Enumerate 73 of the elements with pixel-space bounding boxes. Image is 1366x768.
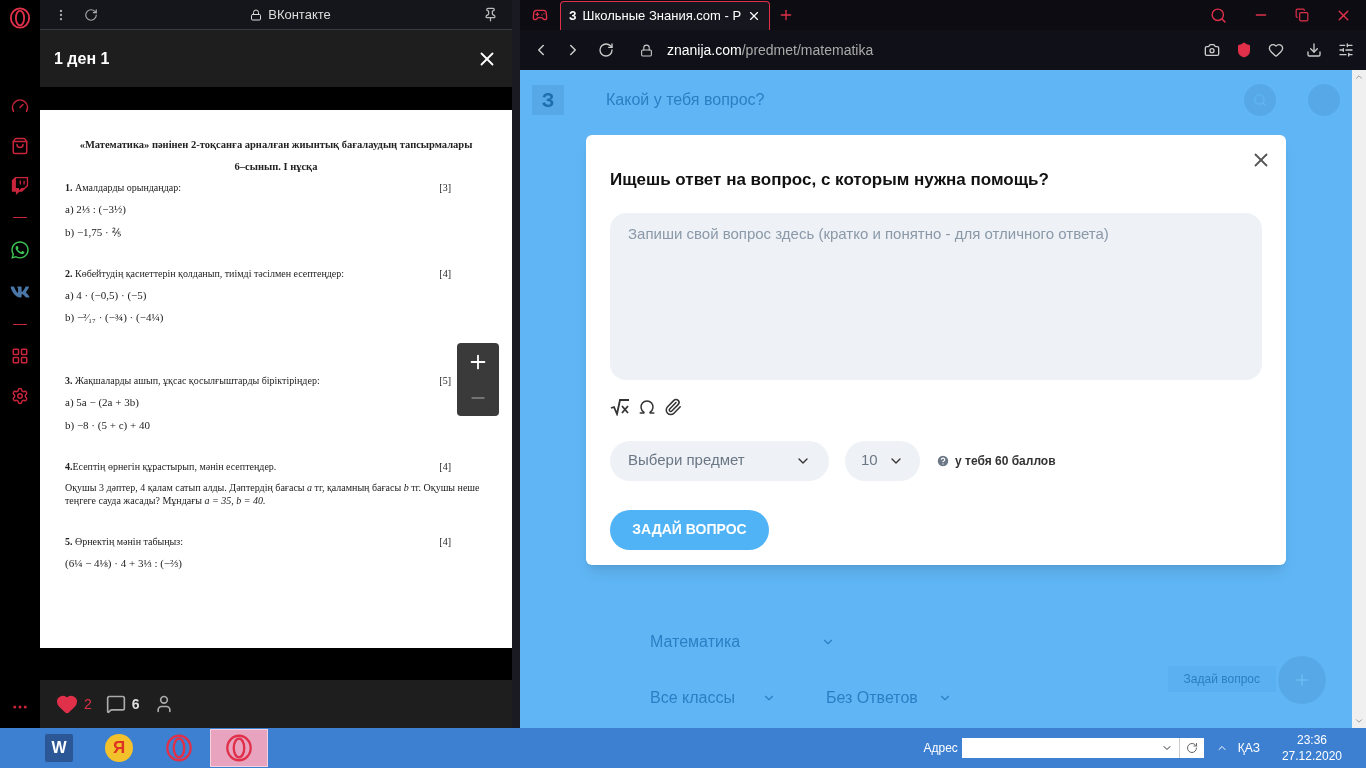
- comment-icon[interactable]: [105, 694, 126, 714]
- twitch-icon[interactable]: [11, 177, 29, 195]
- heart-icon[interactable]: [1268, 42, 1284, 58]
- language-indicator[interactable]: ҚАЗ: [1237, 739, 1260, 757]
- task-text: 3. Жақшаларды ашып, ұқсас қосылғыштарды біріктіріңдер:: [65, 374, 320, 388]
- task-item: b) −8 · (5 + c) + 40: [65, 417, 150, 433]
- task-points: [4]: [439, 460, 451, 474]
- formula-icon[interactable]: [610, 397, 630, 416]
- reload-icon[interactable]: [598, 42, 614, 58]
- task-paragraph: Оқушы 3 дәптер, 4 қалам сатып алды. Дәптердің бағасы a тг, қаламның бағасы b тг. Оқушы неше теңгеге сауда жасады? Мұндағы a = 35, b = 40.: [65, 481, 481, 508]
- opera-logo-icon: [225, 734, 253, 762]
- like-count: 2: [84, 694, 92, 714]
- site-logo[interactable]: З: [532, 85, 564, 115]
- task-text: 5. Өрнектің мәнін табыңыз:: [65, 535, 184, 549]
- modal-title: Ищешь ответ на вопрос, с которым нужна помощь?: [610, 169, 1050, 191]
- task-text: 2. Көбейтудің қасиеттерін қолданып, тиімді тәсілмен есептеңдер:: [65, 266, 345, 280]
- lock-icon: [250, 8, 263, 21]
- help-icon[interactable]: [936, 453, 950, 468]
- task-points: [4]: [439, 535, 451, 549]
- document-subheading: 6–сынып. I нұсқа: [233, 159, 319, 174]
- document-heading: «Математика» пәнінен 2-тоқсанға арналған жиынтық бағалаудың тапсырмалары: [78, 138, 474, 152]
- tab-favicon: З: [569, 8, 577, 25]
- points-note: у тебя 60 баллов: [955, 452, 1056, 470]
- address-label: Адрес: [923, 740, 958, 757]
- task-item: b) −²⁄₁₇ · (−¾) · (−4¼): [65, 310, 164, 325]
- whatsapp-icon[interactable]: [10, 240, 30, 260]
- clock-time: 23:36: [1296, 732, 1327, 748]
- task-item: a) 5a − (2a + 3b): [65, 395, 139, 410]
- taskbar-app[interactable]: W: [30, 729, 88, 767]
- like-icon[interactable]: [56, 693, 78, 715]
- task-text: 4.Есептің өрнегін құрастырып, мәнін есептеңдер.: [65, 460, 277, 474]
- settings-icon[interactable]: [1338, 42, 1354, 58]
- viewer-title: 1 ден 1: [54, 48, 110, 69]
- yandex-icon: Я: [105, 734, 133, 762]
- speedometer-icon[interactable]: [11, 97, 29, 115]
- download-icon[interactable]: [1306, 42, 1322, 58]
- submit-button[interactable]: ЗАДАЙ ВОПРОС: [610, 509, 769, 550]
- opera-logo-icon: [9, 7, 31, 29]
- grade-select[interactable]: 10: [845, 440, 920, 481]
- gamepad-icon[interactable]: [532, 7, 548, 23]
- task-points: [3]: [439, 181, 451, 195]
- clock-date: 27.12.2020: [1281, 748, 1342, 764]
- search-icon[interactable]: [1210, 6, 1227, 24]
- reload-icon[interactable]: [84, 7, 98, 22]
- task-text: 1. Амалдарды орындаңдар:: [65, 181, 181, 195]
- taskbar-app[interactable]: Я: [90, 729, 148, 767]
- browser-tab[interactable]: З Школьные Знания.com - Р: [560, 1, 771, 30]
- comment-count: 6: [131, 694, 140, 714]
- task-item: (6¼ − 4⅛) · 4 + 3⅓ : (−⅔): [65, 556, 182, 571]
- address-field[interactable]: [961, 738, 1204, 758]
- address-url[interactable]: znanija.com/predmet/matematika: [667, 39, 874, 61]
- subject-select[interactable]: Выбери предмет: [610, 440, 829, 481]
- paperclip-icon[interactable]: [664, 397, 682, 416]
- task-item: a) 4 · (−0,5) · (−5): [65, 287, 147, 303]
- omega-icon[interactable]: [638, 397, 656, 416]
- task-item: a) 2⅓ : (−3½): [65, 202, 126, 217]
- bag-icon[interactable]: [11, 137, 29, 155]
- restore-icon[interactable]: [1295, 8, 1309, 22]
- refresh-icon[interactable]: [1185, 742, 1198, 754]
- task-item: b) −1,75 · ⅖: [65, 224, 121, 239]
- question-field[interactable]: Запиши свой вопрос здесь (кратко и понятно - для отличного ответа): [610, 212, 1262, 380]
- opera-logo-icon: [165, 734, 193, 762]
- camera-icon[interactable]: [1204, 42, 1220, 58]
- tab-title: Школьные Знания.com - Р: [582, 7, 742, 26]
- task-points: [5]: [439, 374, 451, 388]
- shield-icon[interactable]: [1236, 42, 1252, 58]
- apps-grid-icon[interactable]: [11, 347, 29, 365]
- pin-icon[interactable]: [483, 7, 498, 22]
- task-points: [4]: [439, 266, 451, 280]
- site-title: ВКонтакте: [268, 5, 331, 24]
- lock-icon: [640, 43, 653, 57]
- word-icon: W: [45, 734, 73, 762]
- taskbar-app[interactable]: [210, 729, 268, 767]
